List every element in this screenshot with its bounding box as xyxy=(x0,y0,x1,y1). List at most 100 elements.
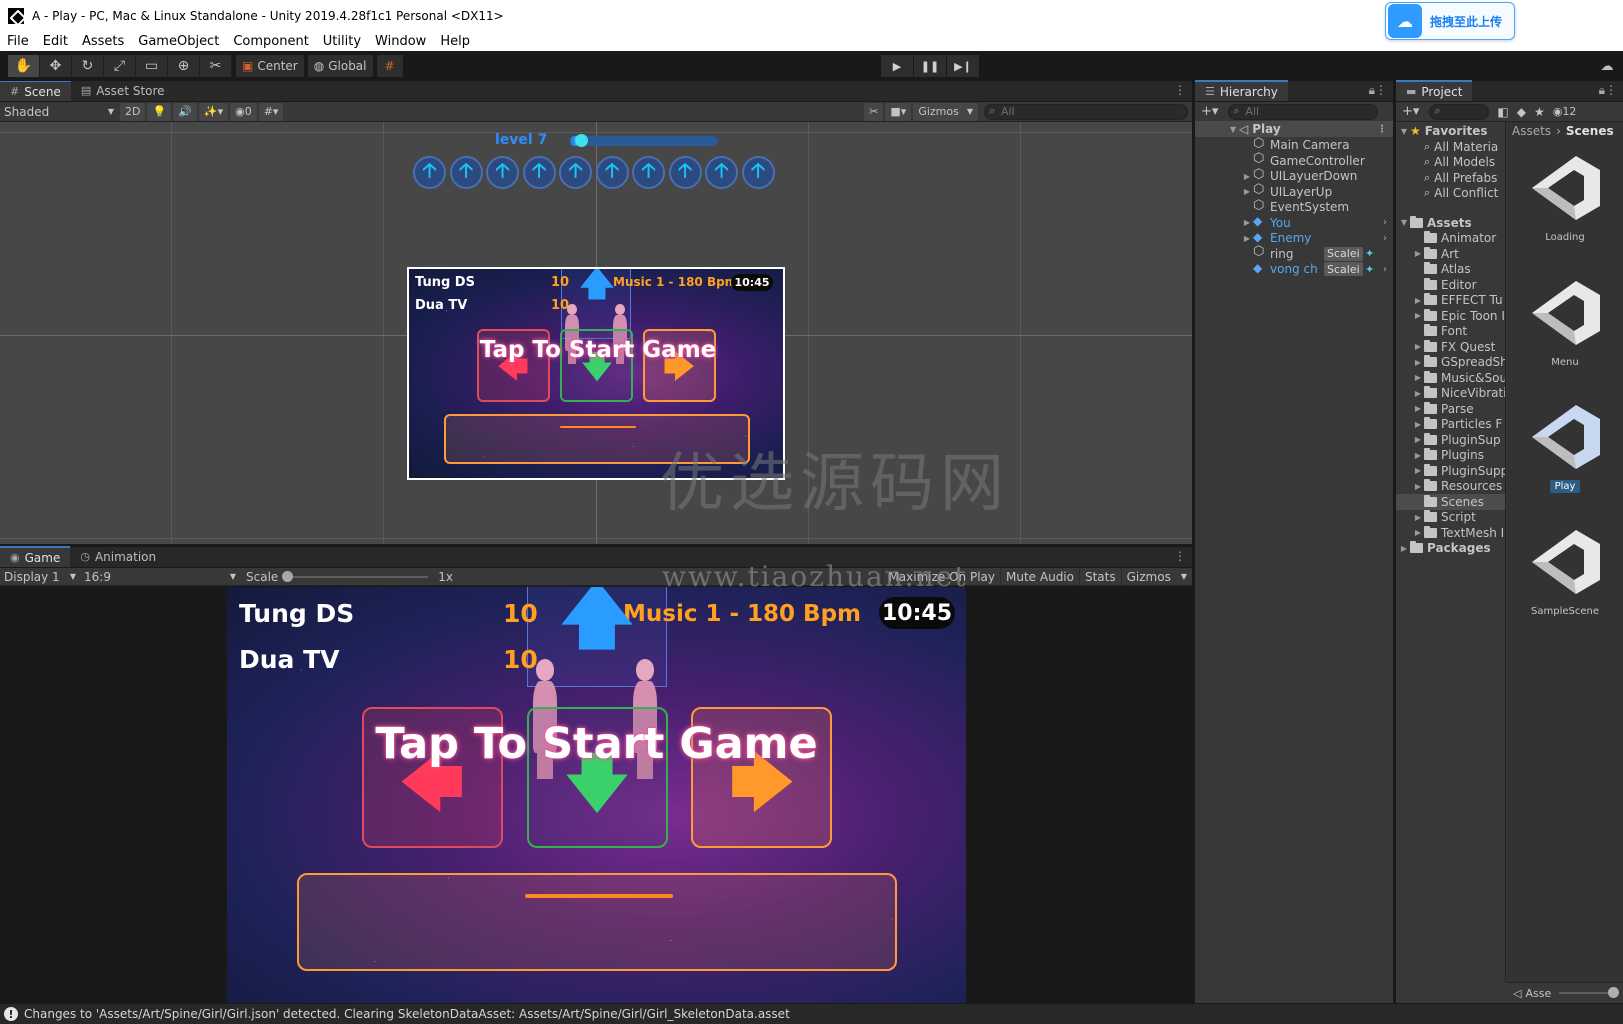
hierarchy-search-input[interactable]: All xyxy=(1228,103,1379,120)
breadcrumb-current[interactable]: Scenes xyxy=(1566,124,1614,138)
hierarchy-item[interactable]: ▶ UILayuerDown xyxy=(1195,167,1393,184)
tree-packages[interactable]: ▶ Packages xyxy=(1396,540,1505,556)
shading-dropdown[interactable]: Shaded ▼ xyxy=(0,105,118,119)
hand-tool-icon[interactable]: ✋ xyxy=(8,55,40,77)
lighting-icon[interactable]: 💡 xyxy=(147,102,172,121)
fold-closed-icon[interactable]: ▶ xyxy=(1412,513,1424,522)
add-object-button[interactable]: +▾ xyxy=(1195,104,1222,119)
aspect-dropdown[interactable]: 16:9 ▼ xyxy=(80,568,240,586)
tree-favorites[interactable]: ▼ ★ Favorites xyxy=(1396,123,1505,139)
hierarchy-scene-row[interactable]: ▼ ◁ Play ⋮ xyxy=(1195,121,1393,137)
menu-file[interactable]: File xyxy=(0,34,36,49)
prefab-open-icon[interactable]: › xyxy=(1383,233,1387,244)
fold-closed-icon[interactable]: ▶ xyxy=(1241,187,1253,196)
tree-folder[interactable]: ▶ Plugins xyxy=(1396,447,1505,463)
scale-slider[interactable] xyxy=(282,570,429,582)
tree-folder[interactable]: ▶ Epic Toon I xyxy=(1396,308,1505,324)
tree-folder[interactable]: Atlas xyxy=(1396,261,1505,277)
scene-asset[interactable]: Loading xyxy=(1507,140,1623,258)
gizmos-dropdown[interactable]: Gizmos ▼ xyxy=(913,102,978,121)
scene-asset[interactable]: SampleScene xyxy=(1507,514,1623,632)
rect-tool-icon[interactable]: ▭ xyxy=(136,55,168,77)
transform-tool-icon[interactable]: ⊕ xyxy=(168,55,200,77)
tree-folder[interactable]: ▶ Resources xyxy=(1396,478,1505,494)
fold-open-icon[interactable]: ▼ xyxy=(1398,218,1410,227)
status-bar[interactable]: ! Changes to 'Assets/Art/Spine/Girl/Girl… xyxy=(0,1003,1623,1024)
move-tool-icon[interactable]: ✥ xyxy=(40,55,72,77)
scene-viewport[interactable]: level 7 🡡 🡡 🡡 🡡 🡡 🡡 🡡 🡡 🡡 🡡 Tung DS Dua … xyxy=(0,122,1192,544)
tree-folder[interactable]: ▶ FX Quest xyxy=(1396,339,1505,355)
tree-favorite-item[interactable]: ⌕ All Materia xyxy=(1396,139,1505,155)
fold-closed-icon[interactable]: ▶ xyxy=(1412,342,1424,351)
play-icon[interactable]: ▶ xyxy=(881,55,913,77)
fold-closed-icon[interactable]: ▶ xyxy=(1412,420,1424,429)
tree-folder[interactable]: ▶ Art xyxy=(1396,246,1505,262)
fold-closed-icon[interactable]: ▶ xyxy=(1412,311,1424,320)
tree-folder[interactable]: Scenes xyxy=(1396,493,1505,510)
prefab-open-icon[interactable]: › xyxy=(1383,217,1387,228)
fold-closed-icon[interactable]: ▶ xyxy=(1241,172,1253,181)
fold-closed-icon[interactable]: ▶ xyxy=(1241,218,1253,227)
hierarchy-item[interactable]: vong ch Scalei✦ › xyxy=(1195,261,1393,277)
visibility-toggle[interactable]: ◉ 0 xyxy=(230,102,257,121)
mute-audio-toggle[interactable]: Mute Audio xyxy=(1000,567,1079,586)
custom-tool-icon[interactable]: ✂ xyxy=(200,55,232,77)
fold-closed-icon[interactable]: ▶ xyxy=(1412,389,1424,398)
tab-project[interactable]: ▬ Project xyxy=(1396,80,1473,101)
fold-closed-icon[interactable]: ▶ xyxy=(1412,373,1424,382)
menu-assets[interactable]: Assets xyxy=(75,34,131,49)
tree-folder[interactable]: ▶ EFFECT Tu xyxy=(1396,292,1505,308)
menu-gameobject[interactable]: GameObject xyxy=(131,34,226,49)
breadcrumb-root[interactable]: Assets xyxy=(1512,124,1551,138)
tree-folder[interactable]: ▶ Particles F xyxy=(1396,416,1505,432)
project-search-input[interactable] xyxy=(1429,103,1490,120)
hierarchy-item[interactable]: Main Camera xyxy=(1195,136,1393,153)
tree-favorite-item[interactable]: ⌕ All Conflict xyxy=(1396,185,1505,201)
hierarchy-item[interactable]: GameController xyxy=(1195,151,1393,169)
fold-closed-icon[interactable]: ▶ xyxy=(1412,482,1424,491)
stats-toggle[interactable]: Stats xyxy=(1078,567,1121,586)
tree-folder[interactable]: ▶ Script xyxy=(1396,509,1505,525)
audio-icon[interactable]: 🔊 xyxy=(173,102,197,121)
pivot-global-button[interactable]: ◍ Global xyxy=(307,55,373,77)
tab-asset-store[interactable]: ▤ Asset Store xyxy=(71,81,175,101)
tree-folder[interactable]: Font xyxy=(1396,323,1505,339)
menu-edit[interactable]: Edit xyxy=(36,34,75,49)
tree-folder[interactable]: Animator xyxy=(1396,230,1505,246)
step-icon[interactable]: ▶❙ xyxy=(947,55,979,77)
project-menu-icon[interactable]: ⋮ xyxy=(1605,83,1617,97)
mode-2d-button[interactable]: 2D xyxy=(120,102,146,121)
fold-closed-icon[interactable]: ▶ xyxy=(1412,528,1424,537)
tree-folder[interactable]: ▶ PluginSup xyxy=(1396,432,1505,448)
grid-snap-icon[interactable]: # xyxy=(376,55,403,77)
hierarchy-item[interactable]: ring Scalei✦ xyxy=(1195,244,1393,262)
fold-open-icon[interactable]: ▼ xyxy=(1398,127,1410,136)
scene-asset[interactable]: Play xyxy=(1507,389,1623,507)
scale-tool-icon[interactable]: ⤢ xyxy=(104,55,136,77)
label-icon[interactable]: ◆ xyxy=(1517,105,1526,119)
tree-folder[interactable]: Editor xyxy=(1396,277,1505,293)
filter-type-icon[interactable]: ◧ xyxy=(1497,105,1508,119)
tab-scene[interactable]: # Scene xyxy=(0,81,71,101)
tree-folder[interactable]: ▶ Parse xyxy=(1396,401,1505,417)
rotate-tool-icon[interactable]: ↻ xyxy=(72,55,104,77)
row-menu-icon[interactable]: ⋮ xyxy=(1377,124,1387,135)
fold-closed-icon[interactable]: ▶ xyxy=(1412,296,1424,305)
tree-assets[interactable]: ▼ Assets xyxy=(1396,215,1505,231)
pivot-center-button[interactable]: ▣ Center xyxy=(236,55,304,77)
tree-folder[interactable]: ▶ GSpreadSh xyxy=(1396,354,1505,370)
fold-closed-icon[interactable]: ▶ xyxy=(1241,234,1253,243)
prefab-open-icon[interactable]: › xyxy=(1383,264,1387,275)
fold-closed-icon[interactable]: ▶ xyxy=(1412,466,1424,475)
scene-search-input[interactable]: All xyxy=(984,103,1188,120)
fold-closed-icon[interactable]: ▶ xyxy=(1412,358,1424,367)
fold-closed-icon[interactable]: ▶ xyxy=(1398,544,1410,553)
icon-size-slider[interactable] xyxy=(1559,987,1619,998)
fold-closed-icon[interactable]: ▶ xyxy=(1412,404,1424,413)
tree-favorite-item[interactable]: ⌕ All Models xyxy=(1396,154,1505,170)
menu-utility[interactable]: Utility xyxy=(316,34,368,49)
pause-icon[interactable]: ❚❚ xyxy=(914,55,946,77)
icon-size-knob[interactable] xyxy=(1608,987,1619,998)
hierarchy-item[interactable]: ▶ You › xyxy=(1195,214,1393,231)
game-gizmos-dropdown[interactable]: Gizmos ▼ xyxy=(1120,567,1192,586)
